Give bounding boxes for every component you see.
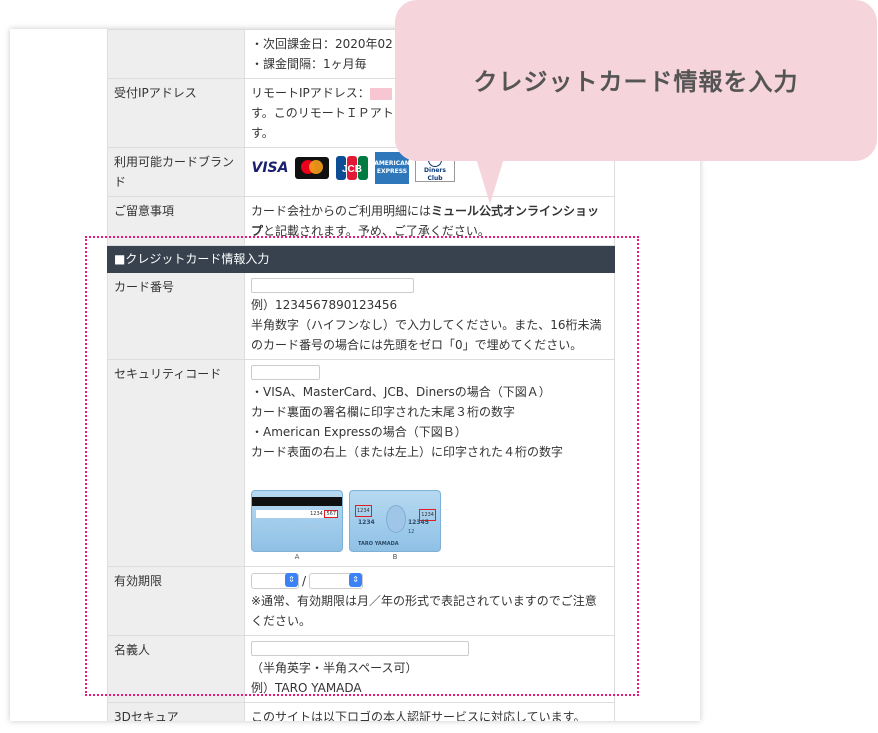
brands-label: 利用可能カードブランド [107, 147, 245, 197]
security-note-1: ・VISA、MasterCard、JCB、Dinersの場合（下図Ａ） [251, 385, 551, 399]
security-code-label: セキュリティコード [107, 359, 245, 567]
cvc-highlight: 567 [324, 510, 338, 518]
card-number-note: 半角数字（ハイフンなし）で入力してください。また、16桁未満のカード番号の場合に… [251, 318, 602, 352]
card-front-image: 1234 1234 1234 12345 12 TARO YAMADA [349, 490, 441, 552]
security-code-input[interactable] [251, 365, 320, 380]
card-b-caption: B [392, 553, 398, 561]
holder-hint: （半角英字・半角スペース可） [251, 661, 418, 675]
expiry-note: ※通常、有効期限は月／年の形式で表記されていますのでご注意ください。 [251, 594, 597, 628]
expiry-value: ⇕ / ⇕ ※通常、有効期限は月／年の形式で表記されていますのでご注意ください。 [244, 566, 615, 636]
expiry-month-select[interactable]: ⇕ [251, 573, 299, 589]
callout-bubble: クレジットカード情報を入力 [395, 0, 877, 161]
security-note-2: カード裏面の署名欄に印字された末尾３桁の数字 [251, 405, 516, 419]
card-number-row: カード番号 例）1234567890123456 半角数字（ハイフンなし）で入力… [107, 272, 615, 360]
notice-value: カード会社からのご利用明細にはミュール公式オンラインショップと記載されます。予め… [244, 196, 615, 246]
expiry-year-select[interactable]: ⇕ [309, 573, 364, 589]
card-number-value: 例）1234567890123456 半角数字（ハイフンなし）で入力してください… [244, 272, 615, 360]
section-title: ■クレジットカード情報入力 [107, 245, 615, 273]
card-a-caption: A [294, 553, 300, 561]
card-back-image: 1234 567 1234 5678 9012 3456 [251, 490, 343, 552]
callout-text: クレジットカード情報を入力 [473, 68, 799, 96]
section-header: ■クレジットカード情報入力 [107, 245, 615, 273]
expiry-row: 有効期限 ⇕ / ⇕ ※通常、有効期限は月／年の形式で表記されていますのでご注意… [107, 566, 615, 636]
holder-value: （半角英字・半角スペース可） 例）TARO YAMADA [244, 635, 615, 703]
notice-row: ご留意事項 カード会社からのご利用明細にはミュール公式オンラインショップと記載さ… [107, 196, 615, 246]
card-example-a: 1234 567 1234 5678 9012 3456 A [251, 490, 343, 562]
holder-label: 名義人 [107, 635, 245, 703]
security-note-3: ・American Expressの場合（下図Ｂ） [251, 425, 467, 439]
card-examples: 1234 567 1234 5678 9012 3456 A 1234 1234 [251, 490, 608, 562]
svg-text:JCB: JCB [342, 164, 362, 175]
expiry-separator: / [302, 574, 307, 588]
chevron-updown-icon: ⇕ [285, 573, 298, 587]
mastercard-logo-icon [295, 157, 329, 179]
card-number-input[interactable] [251, 278, 414, 293]
chevron-updown-icon: ⇕ [349, 573, 363, 587]
card-number-example: 例）1234567890123456 [251, 298, 398, 312]
visa-logo-icon: VISA [251, 160, 289, 176]
cardholder-name-input[interactable] [251, 641, 469, 656]
holder-row: 名義人 （半角英字・半角スペース可） 例）TARO YAMADA [107, 635, 615, 703]
security-code-value: ・VISA、MasterCard、JCB、Dinersの場合（下図Ａ） カード裏… [244, 359, 615, 567]
ip-redacted [369, 87, 392, 100]
holder-example: 例）TARO YAMADA [251, 681, 362, 695]
secure3d-row: 3Dセキュア このサイトは以下ロゴの本人認証サービスに対応しています。 [107, 702, 615, 721]
card-number-label: カード番号 [107, 272, 245, 360]
secure3d-label: 3Dセキュア [107, 702, 245, 721]
ip-label: 受付IPアドレス [107, 78, 245, 148]
jcb-logo-icon: JCB [335, 155, 369, 181]
callout-tail [476, 158, 504, 204]
expiry-label: 有効期限 [107, 566, 245, 636]
secure3d-value: このサイトは以下ロゴの本人認証サービスに対応しています。 [244, 702, 615, 721]
mastercard-circles-icon [301, 160, 323, 174]
notice-label: ご留意事項 [107, 196, 245, 246]
billing-label [107, 29, 245, 79]
card-example-b: 1234 1234 1234 12345 12 TARO YAMADA B [349, 490, 441, 562]
ip-text: リモートIPアドレス： [251, 86, 370, 100]
security-note-4: カード表面の右上（または左上）に印字された４桁の数字 [251, 445, 564, 459]
security-code-row: セキュリティコード ・VISA、MasterCard、JCB、Dinersの場合… [107, 359, 615, 567]
